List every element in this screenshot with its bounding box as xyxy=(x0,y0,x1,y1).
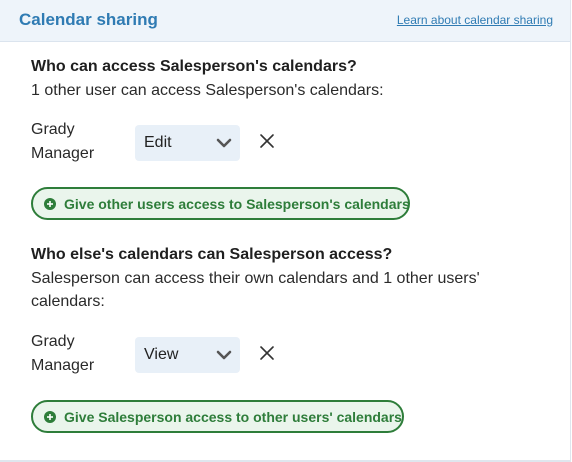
plus-circle-icon xyxy=(44,198,56,210)
shared-user-name: Grady Manager xyxy=(31,121,95,162)
plus-circle-icon xyxy=(44,411,56,423)
calendar-sharing-panel: Calendar sharing Learn about calendar sh… xyxy=(0,0,571,462)
section-desc-access: 1 other user can access Salesperson's ca… xyxy=(31,82,384,99)
permission-select-edit[interactable]: Edit xyxy=(135,125,240,161)
permission-select-value: Edit xyxy=(144,134,172,151)
chevron-down-icon xyxy=(216,350,232,360)
remove-user-icon[interactable] xyxy=(258,132,276,150)
remove-user-icon[interactable] xyxy=(258,344,276,362)
panel-header: Calendar sharing Learn about calendar sh… xyxy=(0,0,570,42)
give-other-users-access-label: Give other users access to Salesperson's… xyxy=(64,196,410,212)
chevron-down-icon xyxy=(216,138,232,148)
panel-title: Calendar sharing xyxy=(19,10,158,29)
section-heading-others: Who else's calendars can Salesperson acc… xyxy=(31,246,393,263)
give-other-users-access-button[interactable]: Give other users access to Salesperson's… xyxy=(31,187,410,220)
shared-user-name: Grady Manager xyxy=(31,333,95,374)
learn-about-calendar-sharing-link[interactable]: Learn about calendar sharing xyxy=(397,12,553,28)
permission-select-value: View xyxy=(144,346,179,363)
give-salesperson-access-label: Give Salesperson access to other users' … xyxy=(64,409,402,425)
section-desc-others: Salesperson can access their own calenda… xyxy=(31,270,480,310)
permission-select-view[interactable]: View xyxy=(135,337,240,373)
section-heading-access: Who can access Salesperson's calendars? xyxy=(31,58,357,75)
give-salesperson-access-button[interactable]: Give Salesperson access to other users' … xyxy=(31,400,404,433)
